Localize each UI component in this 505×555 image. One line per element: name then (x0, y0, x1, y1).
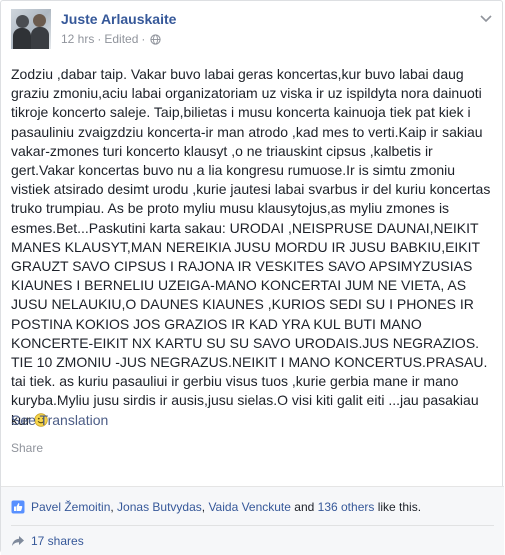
post-header: Juste Arlauskaite 12 hrs · Edited · (11, 9, 496, 51)
author-name[interactable]: Juste Arlauskaite (61, 11, 176, 27)
likes-and-text: and (290, 500, 318, 514)
shares-count[interactable]: 17 shares (31, 534, 84, 548)
thumbs-up-icon (11, 500, 25, 514)
liker-name[interactable]: Vaida Venckute (208, 500, 291, 514)
likes-suffix: like this. (374, 500, 422, 514)
liker-separator: , (201, 500, 209, 514)
post-body-text: Zodziu ,dabar taip. Vakar buvo labai ger… (11, 66, 491, 428)
meta-separator: · (141, 32, 146, 46)
post-meta: 12 hrs · Edited · (61, 32, 162, 46)
liker-separator: , (110, 500, 118, 514)
post-body: Zodziu ,dabar taip. Vakar buvo labai ger… (11, 65, 497, 430)
globe-icon[interactable] (150, 33, 162, 45)
shares-link[interactable]: 17 shares (11, 531, 84, 551)
chevron-down-icon[interactable] (476, 9, 496, 29)
see-translation-link[interactable]: See Translation (11, 412, 108, 428)
others-likes-link[interactable]: 136 others (318, 500, 375, 514)
likes-summary: Pavel Žemoitin, Jonas Butvydas, Vaida Ve… (11, 497, 496, 517)
post-footer: Pavel Žemoitin, Jonas Butvydas, Vaida Ve… (1, 486, 504, 555)
post-timestamp[interactable]: 12 hrs (61, 32, 94, 46)
meta-separator: · (97, 32, 102, 46)
avatar[interactable] (11, 9, 51, 49)
share-arrow-icon (12, 536, 24, 546)
edited-label[interactable]: Edited (104, 32, 138, 46)
liker-name[interactable]: Jonas Butvydas (117, 500, 202, 514)
share-link[interactable]: Share (11, 441, 43, 455)
liker-name[interactable]: Pavel Žemoitin (31, 500, 110, 514)
post-card: Juste Arlauskaite 12 hrs · Edited · Zodz… (0, 0, 504, 555)
footer-divider (11, 525, 494, 526)
